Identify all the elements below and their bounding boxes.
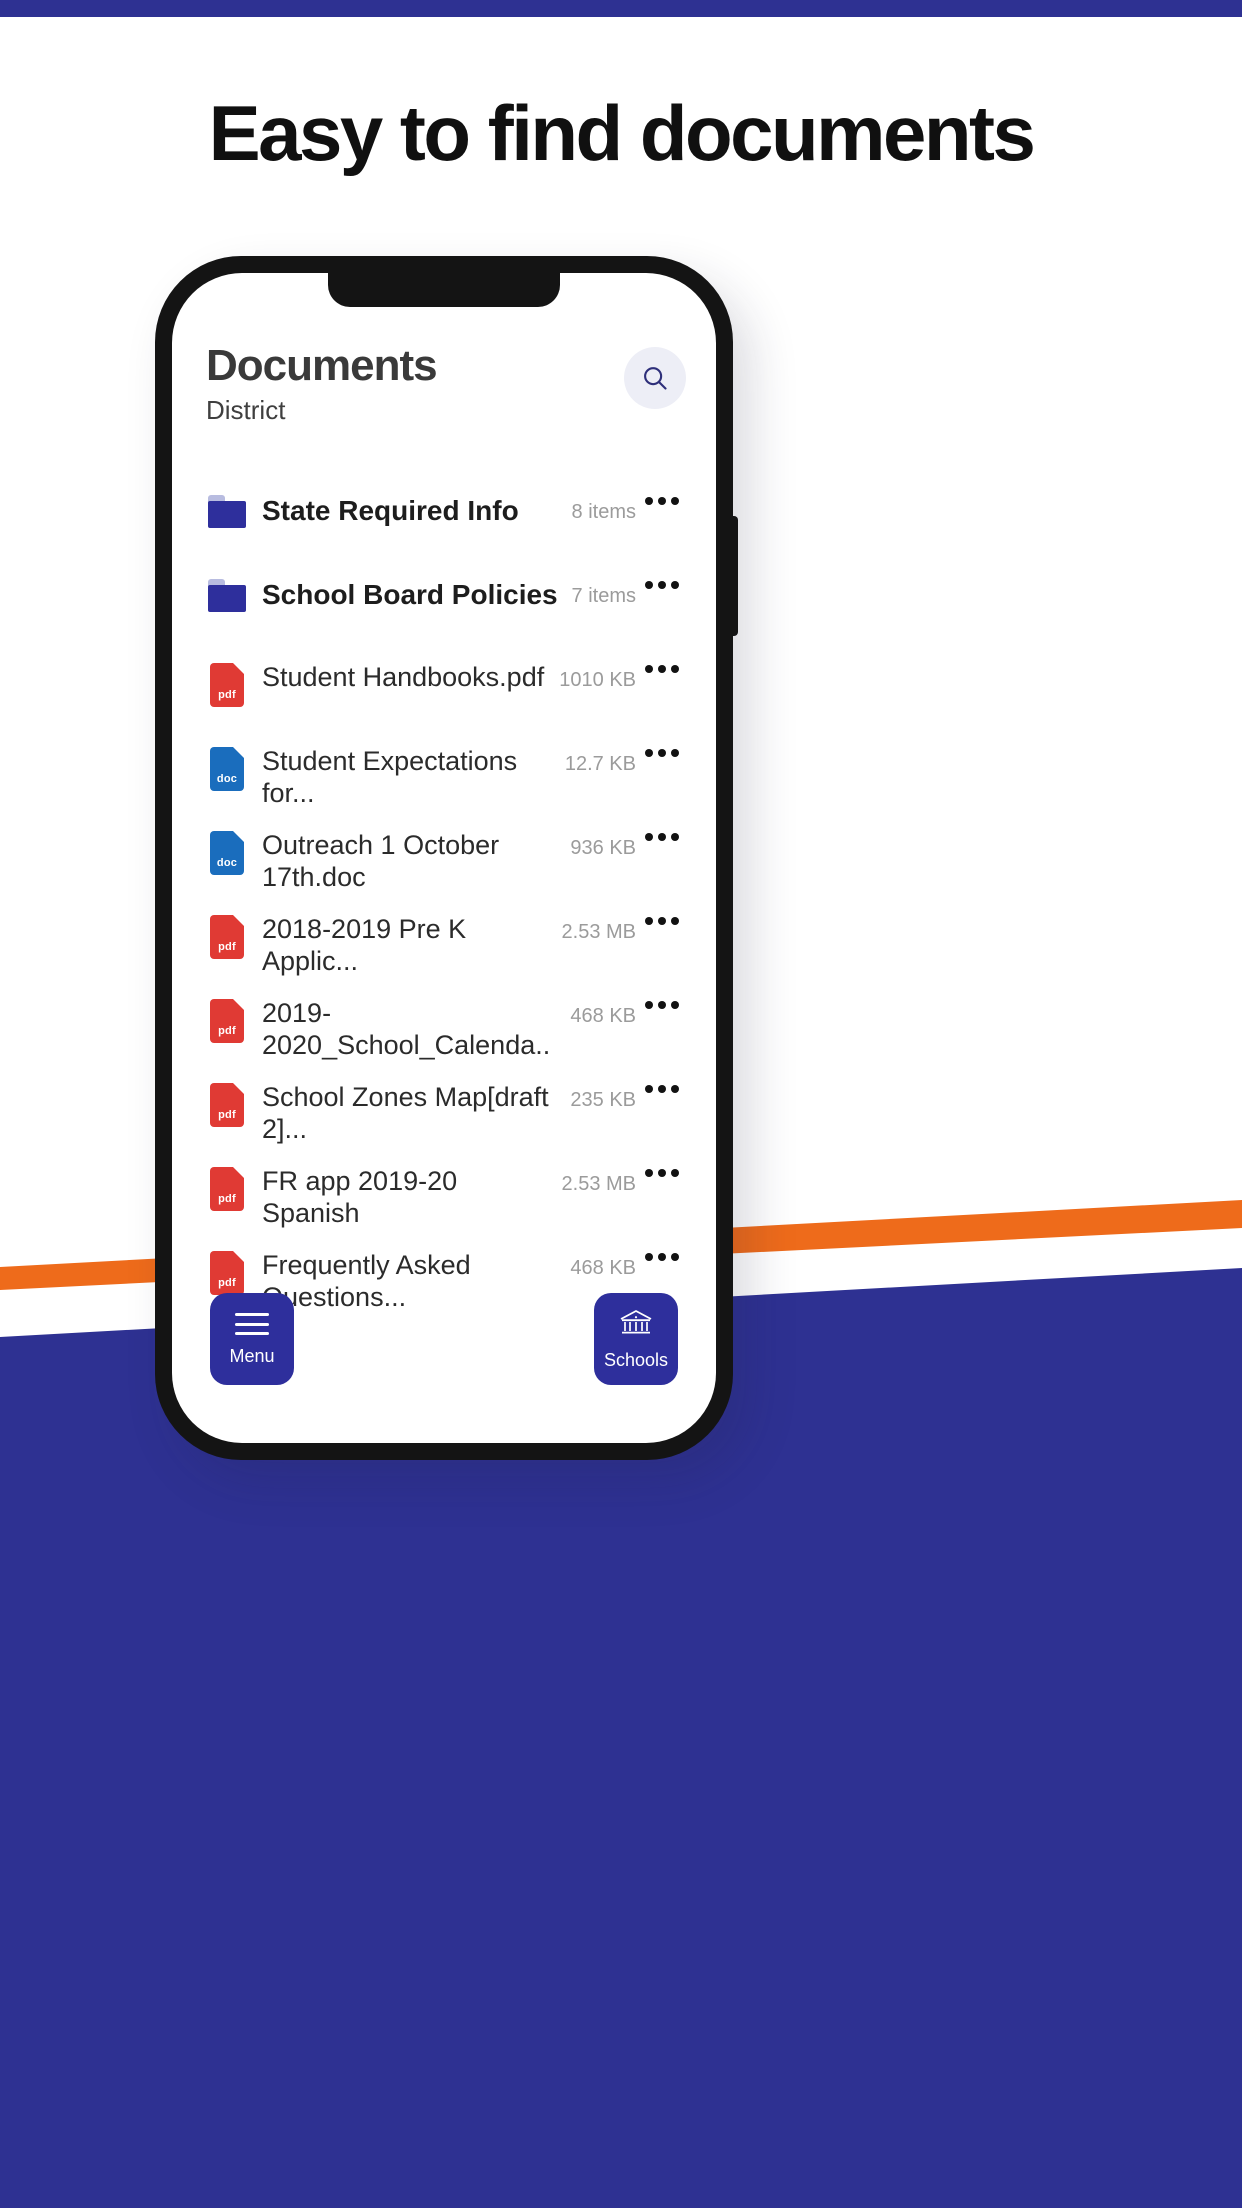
document-meta: 1010 KB [559, 669, 636, 691]
menu-button-label: Menu [229, 1346, 275, 1366]
row-icon-wrapper [206, 579, 248, 612]
folder-icon [208, 495, 246, 528]
pdf-file-icon: pdf [210, 663, 244, 707]
row-icon-wrapper: doc [206, 747, 248, 791]
document-meta: 2.53 MB [561, 1173, 636, 1195]
document-row[interactable]: doc Student Expectations for... 12.7 KB [172, 731, 716, 815]
row-icon-wrapper: pdf [206, 915, 248, 959]
app-subtitle: District [206, 395, 286, 426]
more-options-icon[interactable] [636, 833, 688, 841]
document-row[interactable]: State Required Info 8 items [172, 479, 716, 563]
row-icon-wrapper: pdf [206, 1083, 248, 1127]
schools-button[interactable]: Schools [594, 1293, 678, 1385]
document-meta: 936 KB [570, 837, 636, 859]
app-title: Documents [206, 341, 438, 390]
school-building-icon [620, 1310, 652, 1334]
search-button[interactable] [624, 347, 686, 409]
app-header: Documents District [172, 341, 716, 473]
document-name: Outreach 1 October 17th.doc [262, 830, 500, 892]
document-row[interactable]: School Board Policies 7 items [172, 563, 716, 647]
document-row[interactable]: pdf 2019-2020_School_Calenda.. 468 KB [172, 983, 716, 1067]
more-options-icon[interactable] [636, 1001, 688, 1009]
phone-notch [328, 273, 560, 307]
more-options-icon[interactable] [636, 1169, 688, 1177]
file-type-label: pdf [218, 941, 236, 953]
pdf-file-icon: pdf [210, 1251, 244, 1295]
document-row[interactable]: pdf School Zones Map[draft 2]... 235 KB [172, 1067, 716, 1151]
row-icon-wrapper: pdf [206, 1167, 248, 1211]
more-options-icon[interactable] [636, 749, 688, 757]
document-meta: 235 KB [570, 1089, 636, 1111]
file-type-label: pdf [218, 1109, 236, 1121]
documents-list: State Required Info 8 items School Board P… [172, 479, 716, 1319]
pdf-file-icon: pdf [210, 1083, 244, 1127]
document-meta: 468 KB [570, 1257, 636, 1279]
doc-file-icon: doc [210, 747, 244, 791]
file-type-label: doc [216, 857, 238, 869]
document-name: Student Expectations for... [262, 746, 518, 808]
document-row[interactable]: doc Outreach 1 October 17th.doc 936 KB [172, 815, 716, 899]
document-meta: 8 items [571, 501, 636, 523]
folder-icon [208, 579, 246, 612]
document-name: Student Handbooks.pdf [262, 662, 545, 692]
document-name: Frequently Asked Questions... [262, 1250, 471, 1312]
row-icon-wrapper: doc [206, 831, 248, 875]
schools-button-label: Schools [603, 1350, 669, 1370]
more-options-icon[interactable] [636, 665, 688, 673]
more-options-icon[interactable] [636, 917, 688, 925]
row-icon-wrapper [206, 495, 248, 528]
phone-mockup: Documents District State Required Info 8 … [155, 256, 738, 1460]
document-name: 2019-2020_School_Calenda.. [262, 998, 551, 1060]
document-row[interactable]: pdf 2018-2019 Pre K Applic... 2.53 MB [172, 899, 716, 983]
document-meta: 7 items [571, 585, 636, 607]
row-icon-wrapper: pdf [206, 1251, 248, 1295]
search-icon [644, 367, 667, 390]
doc-file-icon: doc [210, 831, 244, 875]
pdf-file-icon: pdf [210, 999, 244, 1043]
pdf-file-icon: pdf [210, 1167, 244, 1211]
hamburger-icon [235, 1313, 269, 1335]
document-meta: 468 KB [570, 1005, 636, 1027]
document-meta: 12.7 KB [564, 753, 636, 775]
file-type-label: doc [216, 773, 238, 785]
phone-side-button [732, 516, 738, 636]
page-title: Easy to find documents [208, 89, 1036, 177]
more-options-icon[interactable] [636, 1085, 688, 1093]
document-row[interactable]: pdf Student Handbooks.pdf 1010 KB [172, 647, 716, 731]
more-options-icon[interactable] [636, 581, 688, 589]
screenshot-canvas: Easy to find documents Documents Distric… [0, 0, 1242, 2208]
file-type-label: pdf [218, 1193, 236, 1205]
phone-screen: Documents District State Required Info 8 … [172, 273, 716, 1443]
document-name: 2018-2019 Pre K Applic... [262, 914, 467, 976]
menu-button[interactable]: Menu [210, 1293, 294, 1385]
row-icon-wrapper: pdf [206, 663, 248, 707]
document-name: School Board Policies [262, 579, 558, 610]
document-name: State Required Info [262, 495, 519, 526]
more-options-icon[interactable] [636, 497, 688, 505]
file-type-label: pdf [218, 1025, 236, 1037]
file-type-label: pdf [218, 689, 236, 701]
pdf-file-icon: pdf [210, 915, 244, 959]
row-icon-wrapper: pdf [206, 999, 248, 1043]
more-options-icon[interactable] [636, 1253, 688, 1261]
document-name: FR app 2019-20 Spanish [262, 1166, 458, 1228]
document-meta: 2.53 MB [561, 921, 636, 943]
document-row[interactable]: pdf FR app 2019-20 Spanish 2.53 MB [172, 1151, 716, 1235]
document-name: School Zones Map[draft 2]... [262, 1082, 549, 1144]
